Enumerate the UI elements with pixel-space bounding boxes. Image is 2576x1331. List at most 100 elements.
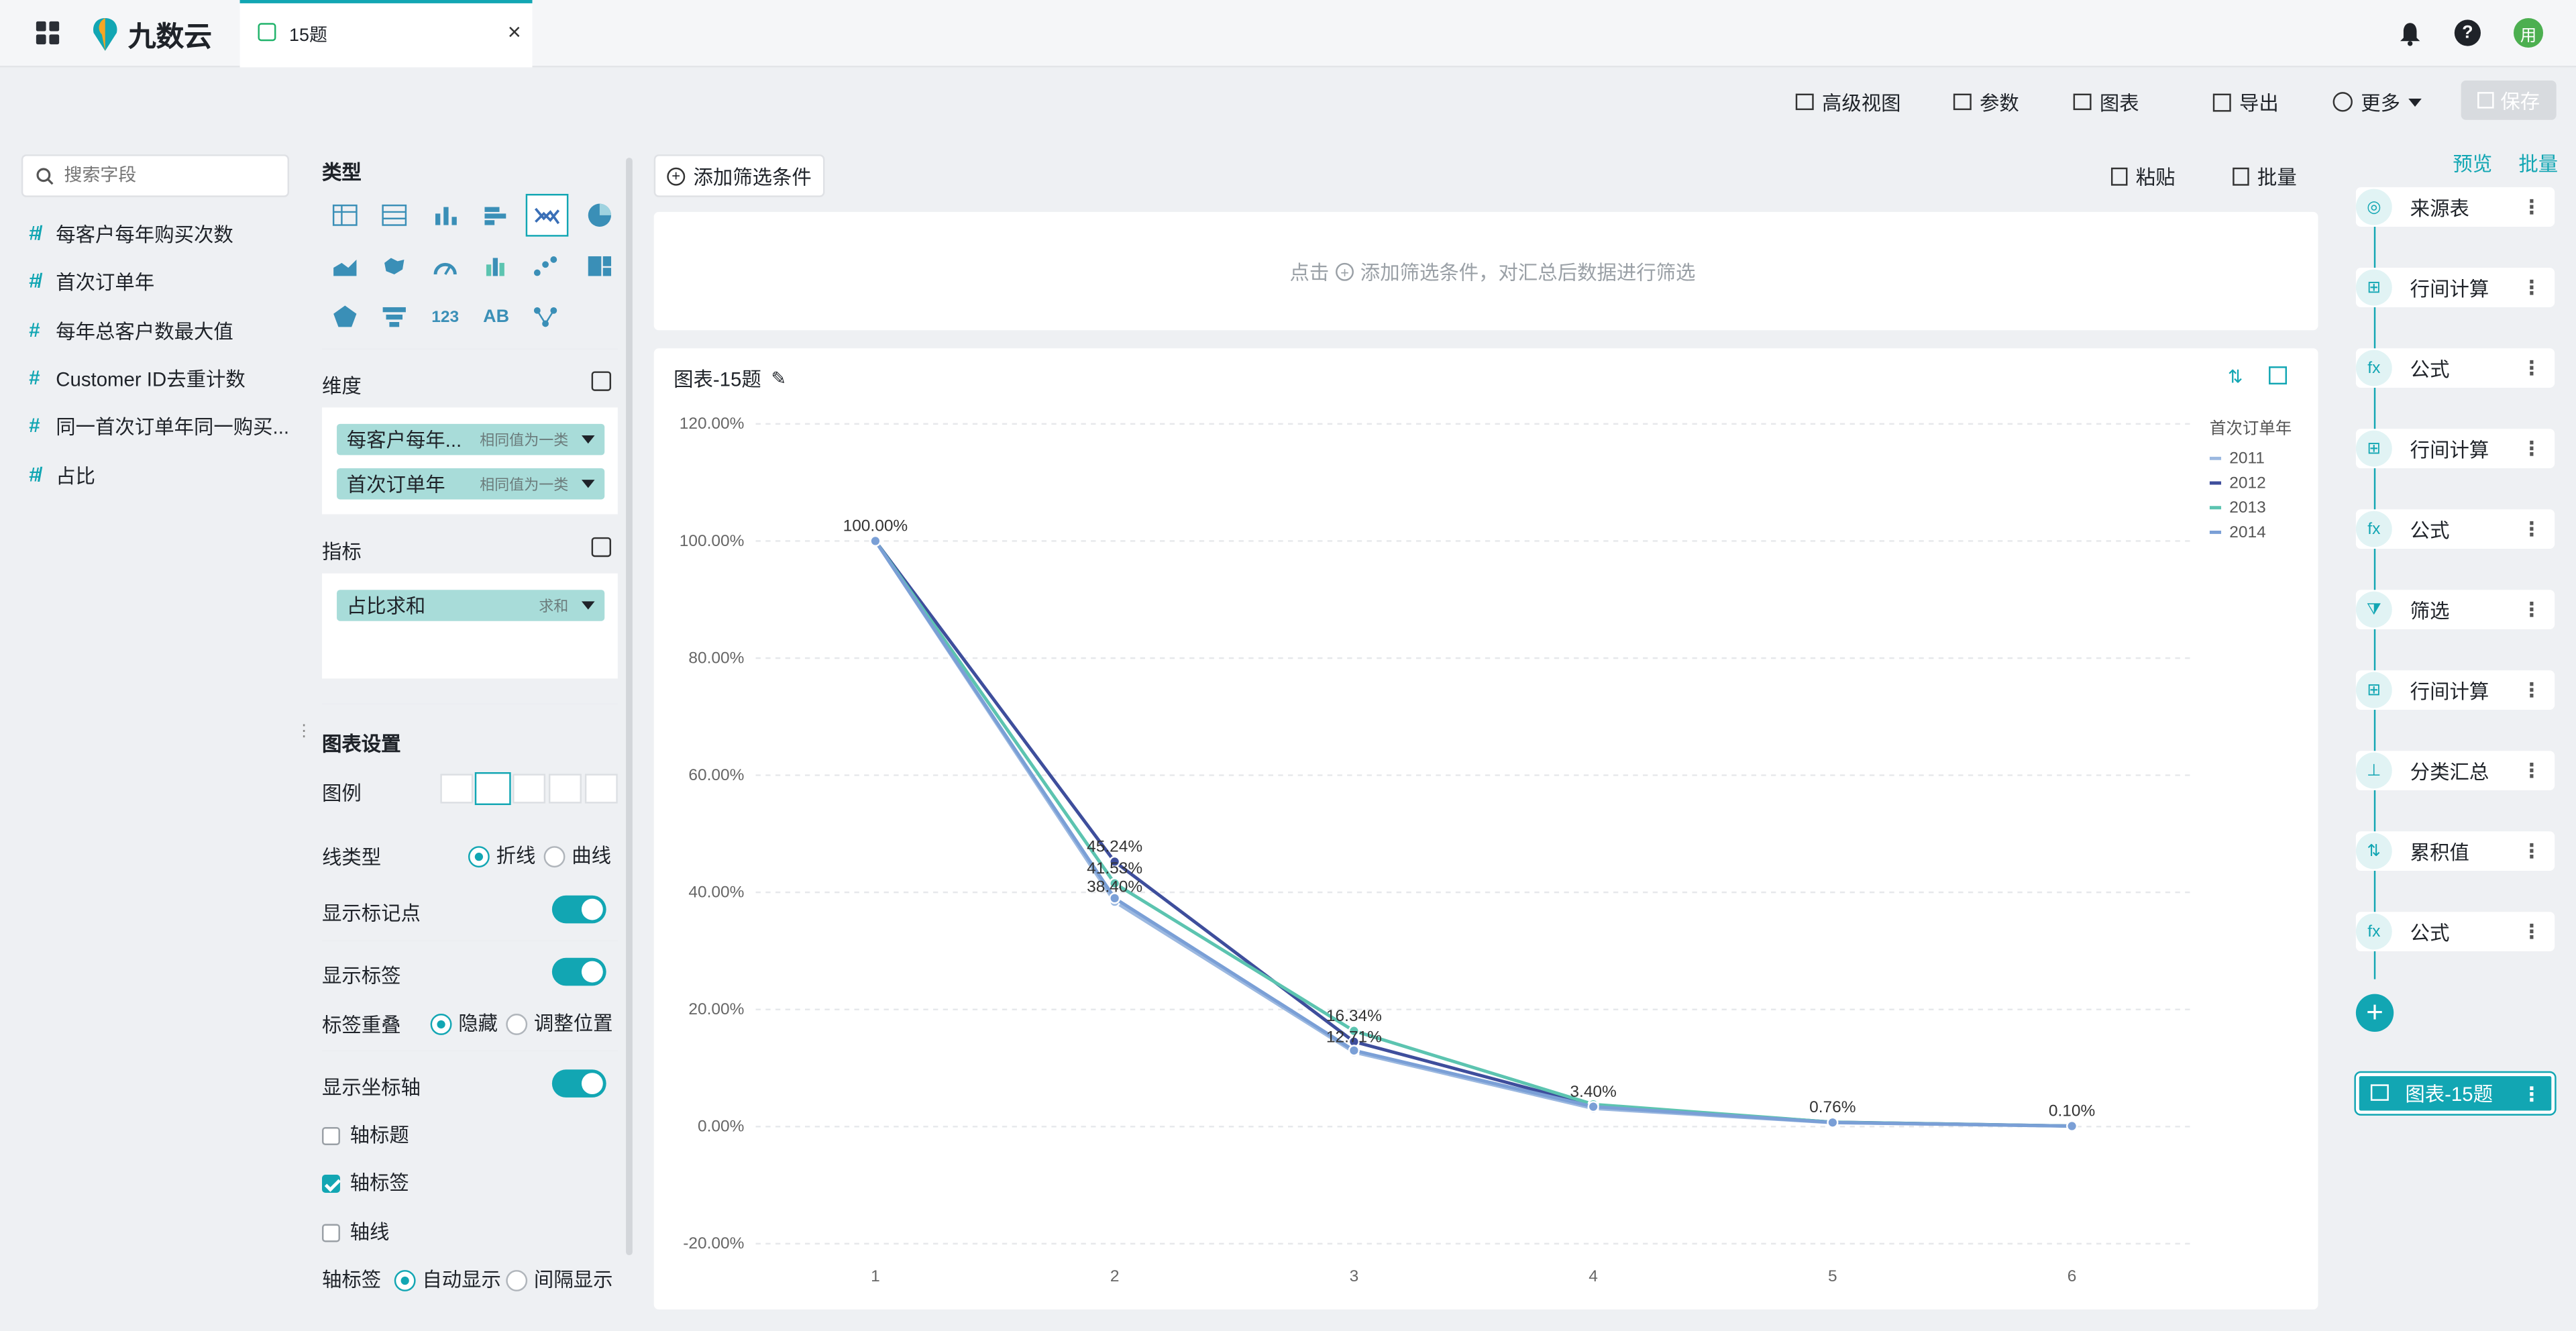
detail-table-icon[interactable] — [374, 195, 414, 235]
more-button[interactable]: 更多 — [2332, 85, 2422, 118]
external-link-icon[interactable] — [591, 537, 612, 557]
legend-bottom-icon[interactable] — [584, 774, 618, 804]
field-item[interactable]: #̸ 每客户每年购买次数 — [23, 219, 233, 248]
close-icon[interactable]: × — [508, 18, 521, 44]
help-icon[interactable]: ? — [2454, 19, 2481, 46]
axis-label-interval-radio[interactable]: 间隔显示 — [506, 1265, 613, 1293]
paste-button[interactable]: 粘贴 — [2110, 162, 2176, 191]
step-item[interactable]: ◎ 来源表 ⋮ — [2355, 187, 2555, 227]
more-vertical-icon[interactable]: ⋮ — [2522, 598, 2541, 621]
more-vertical-icon[interactable]: ⋮ — [2522, 1082, 2541, 1105]
save-button[interactable]: 保存 — [2461, 81, 2557, 120]
line-chart-icon[interactable] — [525, 193, 569, 237]
chart-button[interactable]: 图表 — [2073, 85, 2139, 118]
data-point — [869, 535, 881, 547]
external-link-icon[interactable] — [591, 371, 612, 391]
more-vertical-icon[interactable]: ⋮ — [2522, 839, 2541, 862]
gauge-chart-icon[interactable] — [425, 246, 465, 286]
legend-right-icon[interactable] — [474, 772, 511, 806]
more-vertical-icon[interactable]: ⋮ — [2522, 678, 2541, 701]
funnel-chart-icon[interactable] — [374, 297, 414, 337]
show-axis-toggle[interactable] — [551, 1069, 606, 1098]
chevron-down-icon[interactable] — [581, 480, 595, 488]
field-item[interactable]: # 每年总客户数最大值 — [23, 315, 233, 345]
word-cloud-icon[interactable]: AB — [476, 297, 516, 337]
step-item[interactable]: fx 公式 ⋮ — [2355, 912, 2555, 951]
field-item[interactable]: #̸ 首次订单年 — [23, 266, 154, 296]
search-input[interactable] — [64, 166, 270, 186]
show-labels-toggle[interactable] — [551, 957, 606, 986]
axis-title-checkbox[interactable]: 轴标题 — [322, 1120, 409, 1149]
dimension-pill[interactable]: 每客户每年... 相同值为一类 — [337, 423, 605, 456]
chevron-down-icon[interactable] — [581, 601, 595, 610]
step-item[interactable]: ⊞ 行间计算 ⋮ — [2355, 268, 2555, 307]
edit-icon[interactable]: ✎ — [771, 368, 786, 389]
line-type-polyline-radio[interactable]: 折线 — [468, 841, 535, 869]
tab-15[interactable]: 15题 × — [239, 0, 533, 68]
brand-name: 九数云 — [128, 21, 212, 53]
more-vertical-icon[interactable]: ⋮ — [2522, 437, 2541, 460]
area-chart-icon[interactable] — [325, 246, 365, 286]
batch-button[interactable]: 批量 — [2233, 162, 2297, 191]
label-overlap-adjust-radio[interactable]: 调整位置 — [506, 1009, 613, 1037]
avatar[interactable]: 用 — [2513, 17, 2544, 48]
more-vertical-icon[interactable]: ⋮ — [2522, 356, 2541, 379]
bar-chart-icon[interactable] — [425, 195, 465, 235]
add-step-button[interactable]: + — [2355, 994, 2394, 1032]
legend-none-icon[interactable] — [440, 774, 474, 804]
more-vertical-icon[interactable]: ⋮ — [2522, 759, 2541, 782]
pie-chart-icon[interactable] — [580, 195, 619, 235]
show-markers-toggle[interactable] — [551, 895, 606, 924]
bell-icon[interactable] — [2397, 19, 2423, 46]
more-vertical-icon[interactable]: ⋮ — [2522, 517, 2541, 540]
axis-line-checkbox[interactable]: 轴线 — [322, 1218, 389, 1246]
field-item[interactable]: #̸ 占比 — [23, 460, 95, 490]
add-filter-button[interactable]: + 添加筛选条件 — [653, 154, 825, 197]
dimension-pill[interactable]: 首次订单年 相同值为一类 — [337, 468, 605, 500]
kpi-number-icon[interactable]: 123 — [425, 297, 465, 337]
scatter-chart-icon[interactable] — [526, 246, 566, 286]
series-line-2012 — [873, 539, 2072, 1128]
step-item[interactable]: fx 公式 ⋮ — [2355, 348, 2555, 388]
measure-pill[interactable]: 占比求和 求和 — [337, 590, 605, 621]
export-button[interactable]: 导出 — [2212, 85, 2279, 118]
more-vertical-icon[interactable]: ⋮ — [2522, 920, 2541, 943]
network-chart-icon[interactable] — [526, 297, 566, 337]
field-search[interactable] — [21, 154, 290, 197]
line-type-curve-radio[interactable]: 曲线 — [543, 841, 611, 869]
histogram-icon[interactable] — [476, 246, 516, 286]
legend-top-icon[interactable] — [548, 774, 582, 804]
step-item[interactable]: ⧩ 筛选 ⋮ — [2355, 590, 2555, 629]
more-vertical-icon[interactable]: ⋮ — [2522, 195, 2541, 218]
step-item[interactable]: fx 公式 ⋮ — [2355, 509, 2555, 549]
preview-link[interactable]: 预览 — [2453, 150, 2492, 178]
field-item[interactable]: # Customer ID去重计数 — [23, 363, 246, 392]
radar-chart-icon[interactable] — [325, 297, 365, 337]
step-item[interactable]: ⊞ 行间计算 ⋮ — [2355, 670, 2555, 710]
advanced-view-button[interactable]: 高级视图 — [1795, 85, 1901, 118]
params-button[interactable]: 参数 — [1953, 85, 2019, 118]
step-item[interactable]: ⊞ 行间计算 ⋮ — [2355, 429, 2555, 468]
app-logo[interactable]: 九数云 — [89, 13, 212, 54]
chart-title[interactable]: 图表-15题 ✎ — [674, 365, 786, 393]
chevron-down-icon[interactable] — [581, 435, 595, 444]
label-overlap-hide-radio[interactable]: 隐藏 — [430, 1009, 498, 1037]
final-step-chart[interactable]: 图表-15题 ⋮ — [2354, 1071, 2557, 1116]
step-item[interactable]: ⇅ 累积值 ⋮ — [2355, 831, 2555, 871]
axis-label-auto-radio[interactable]: 自动显示 — [394, 1265, 501, 1293]
config-scrollbar[interactable] — [626, 158, 633, 1256]
field-item[interactable]: # 同一首次订单年同一购买... — [23, 411, 289, 440]
legend-left-icon[interactable] — [513, 774, 546, 804]
y-tick-label: 0.00% — [698, 1118, 744, 1136]
fullscreen-icon[interactable] — [2269, 366, 2288, 385]
stacked-bar-icon[interactable] — [476, 195, 516, 235]
step-item[interactable]: ⊥ 分类汇总 ⋮ — [2355, 751, 2555, 790]
sort-icon[interactable]: ⇅ — [2228, 366, 2243, 388]
table-chart-icon[interactable] — [325, 195, 365, 235]
map-chart-icon[interactable] — [374, 246, 414, 286]
treemap-icon[interactable] — [580, 246, 619, 286]
axis-labels-checkbox[interactable]: 轴标签 — [322, 1168, 409, 1196]
more-vertical-icon[interactable]: ⋮ — [2522, 276, 2541, 299]
apps-grid-icon[interactable] — [33, 18, 62, 48]
batch-link[interactable]: 批量 — [2518, 150, 2558, 178]
